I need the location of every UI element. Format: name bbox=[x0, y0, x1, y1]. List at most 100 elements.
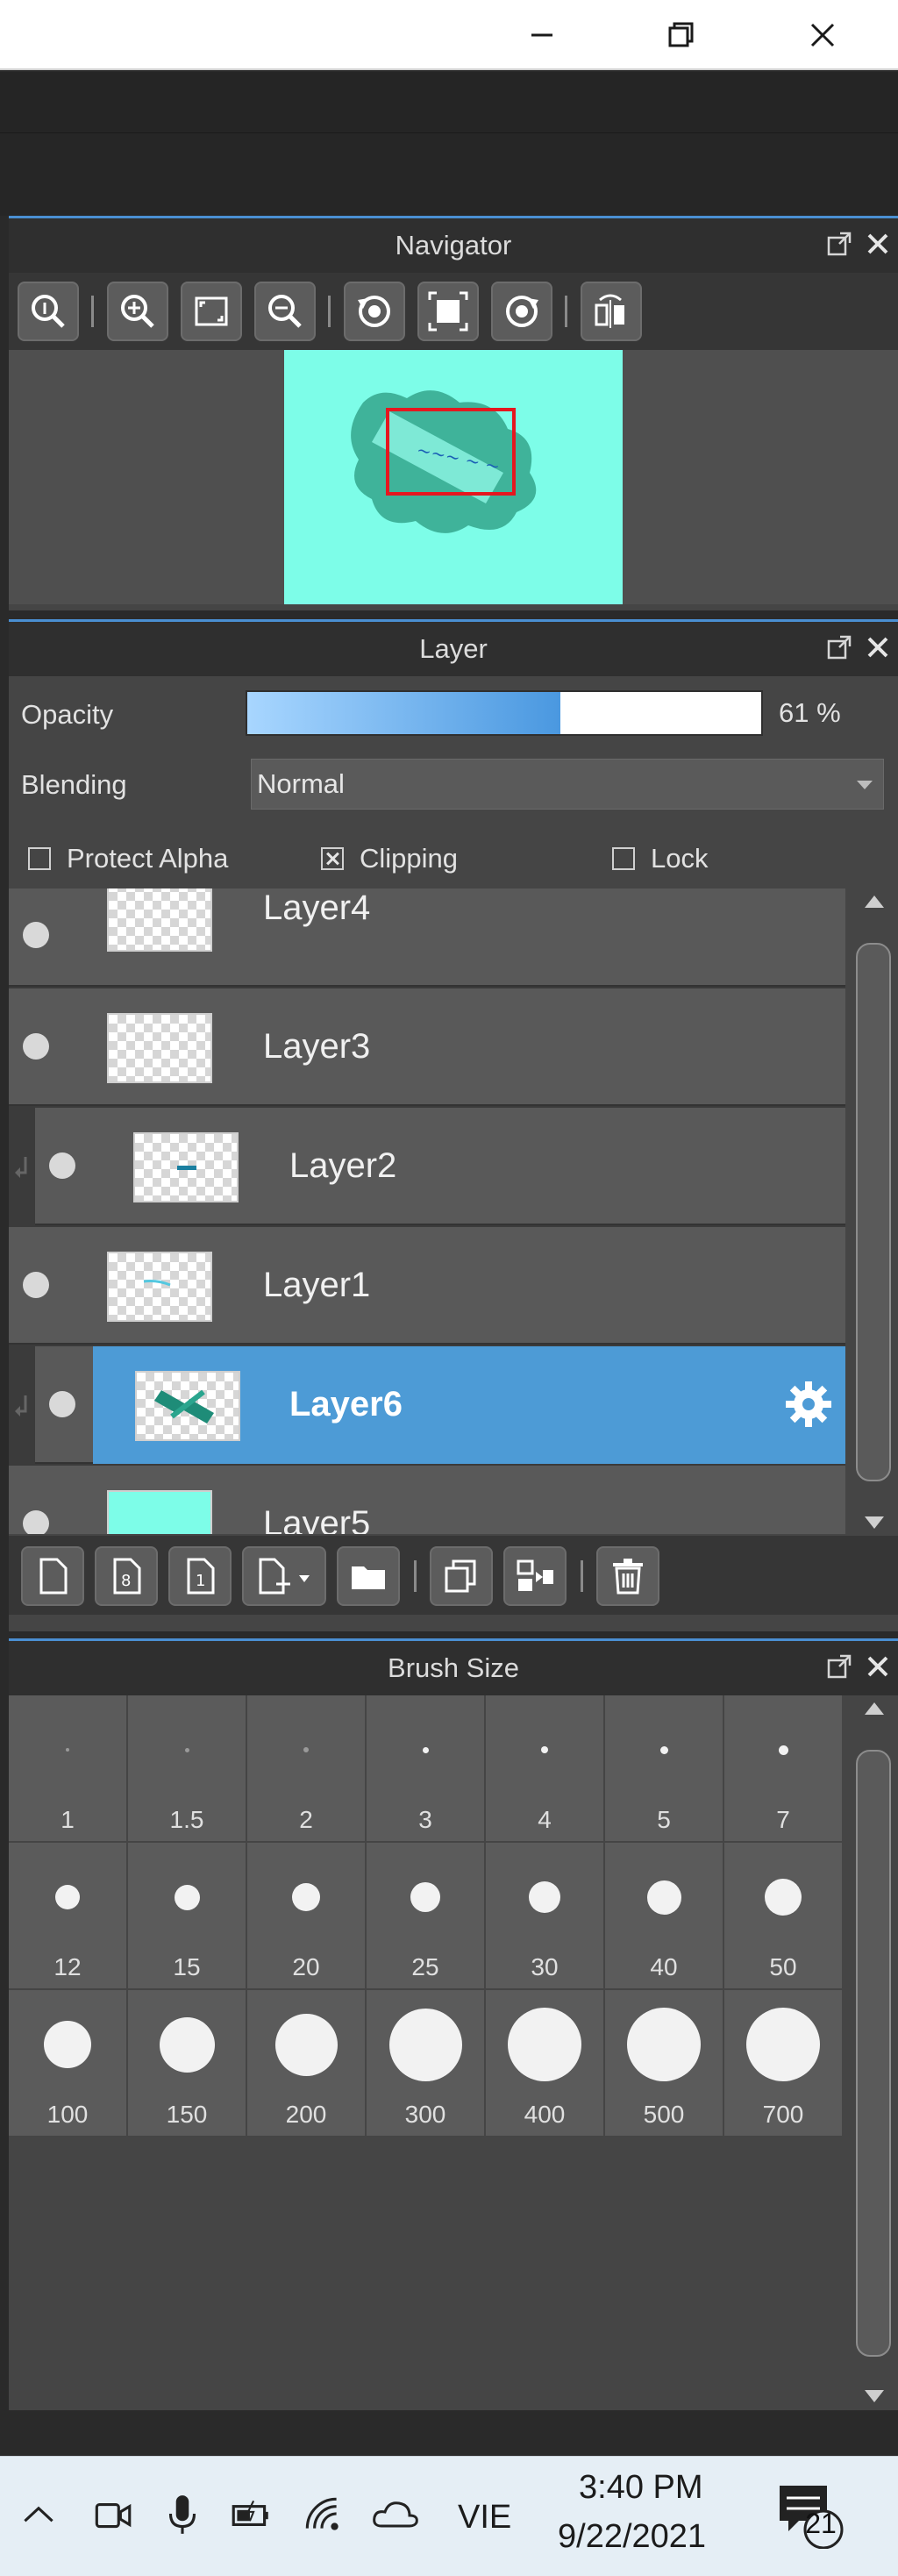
restore-button[interactable] bbox=[644, 0, 717, 70]
windows-taskbar: VIE 3:40 PM 9/22/2021 21 bbox=[0, 2456, 898, 2576]
merge-down-button[interactable] bbox=[503, 1546, 567, 1606]
brush-size-cell[interactable]: 5 bbox=[605, 1695, 723, 1841]
layer-row-layer6[interactable]: Layer6 bbox=[35, 1346, 845, 1464]
blending-label: Blending bbox=[21, 769, 127, 800]
minimize-button[interactable] bbox=[505, 0, 579, 70]
add-layer-menu-button[interactable] bbox=[242, 1546, 326, 1606]
brush-size-cell[interactable]: 40 bbox=[605, 1843, 723, 1988]
zoom-in-button[interactable] bbox=[107, 282, 168, 341]
duplicate-layer-button[interactable] bbox=[430, 1546, 493, 1606]
undock-icon[interactable] bbox=[826, 634, 852, 660]
notifications-button[interactable]: 21 bbox=[768, 2474, 856, 2553]
opacity-slider[interactable] bbox=[246, 690, 763, 736]
brush-size-label: 3 bbox=[418, 1806, 432, 1833]
lock-checkbox[interactable]: Lock bbox=[612, 843, 708, 874]
new-layer-button[interactable] bbox=[21, 1546, 84, 1606]
brush-size-label: 200 bbox=[285, 2101, 327, 2128]
brush-size-cell[interactable]: 700 bbox=[724, 1990, 842, 2136]
brush-size-cell[interactable]: 2 bbox=[247, 1695, 365, 1841]
brush-size-cell[interactable]: 50 bbox=[724, 1843, 842, 1988]
flip-button[interactable] bbox=[581, 282, 642, 341]
language-indicator[interactable]: VIE bbox=[458, 2499, 511, 2537]
visibility-eye-icon[interactable] bbox=[23, 1272, 49, 1298]
brush-size-cell[interactable]: 300 bbox=[367, 1990, 484, 2136]
visibility-eye-icon[interactable] bbox=[49, 1391, 75, 1417]
brush-size-cell[interactable]: 25 bbox=[367, 1843, 484, 1988]
onedrive-button[interactable] bbox=[367, 2488, 424, 2541]
new-folder-icon bbox=[352, 1566, 385, 1589]
scroll-up-icon[interactable] bbox=[865, 1702, 884, 1715]
rotate-left-button[interactable] bbox=[344, 282, 405, 341]
new-8bit-layer-button[interactable]: 8 bbox=[95, 1546, 158, 1606]
zoom-actual-button[interactable] bbox=[18, 282, 79, 341]
brush-size-cell[interactable]: 4 bbox=[486, 1695, 603, 1841]
visibility-eye-icon[interactable] bbox=[49, 1152, 75, 1179]
wifi-button[interactable] bbox=[296, 2488, 349, 2541]
rotate-right-button[interactable] bbox=[491, 282, 552, 341]
brush-size-cell[interactable]: 500 bbox=[605, 1990, 723, 2136]
layer-row-layer4[interactable]: Layer4 bbox=[9, 888, 845, 987]
brush-size-cell[interactable]: 20 bbox=[247, 1843, 365, 1988]
layer-row-layer5[interactable]: Layer5 bbox=[9, 1466, 845, 1534]
close-panel-icon[interactable] bbox=[865, 634, 891, 660]
brush-size-label: 50 bbox=[769, 1953, 797, 1980]
close-panel-icon[interactable] bbox=[865, 231, 891, 257]
blending-select[interactable]: Normal bbox=[251, 759, 884, 810]
brush-size-cell[interactable]: 12 bbox=[9, 1843, 126, 1988]
scrollbar-thumb[interactable] bbox=[856, 1750, 891, 2357]
navigator-header: Navigator bbox=[9, 218, 898, 273]
navigator-preview[interactable]: ~~~ ~ ~ bbox=[9, 350, 898, 604]
clipping-indicator-icon bbox=[9, 1346, 35, 1464]
brush-size-scrollbar[interactable] bbox=[849, 1695, 898, 2408]
brush-size-cell[interactable]: 15 bbox=[128, 1843, 246, 1988]
meet-now-button[interactable] bbox=[86, 2488, 139, 2541]
clipping-checkbox[interactable]: Clipping bbox=[321, 843, 458, 874]
layer-list-scrollbar[interactable] bbox=[849, 888, 898, 1534]
scroll-up-icon[interactable] bbox=[865, 896, 884, 908]
new-8bit-layer-icon: 8 bbox=[113, 1558, 141, 1595]
layer-row-layer1[interactable]: Layer1 bbox=[9, 1227, 845, 1345]
zoom-out-button[interactable] bbox=[254, 282, 316, 341]
layer-row-layer2[interactable]: Layer2 bbox=[35, 1108, 845, 1225]
layer-settings-gear-icon[interactable] bbox=[782, 1378, 835, 1431]
delete-layer-button[interactable] bbox=[596, 1546, 659, 1606]
close-button[interactable] bbox=[786, 0, 859, 70]
visibility-eye-icon[interactable] bbox=[23, 1510, 49, 1534]
brush-size-cell[interactable]: 1.5 bbox=[128, 1695, 246, 1841]
layer-row-layer3[interactable]: Layer3 bbox=[9, 988, 845, 1106]
checkbox-icon bbox=[28, 847, 51, 870]
brush-size-cell[interactable]: 100 bbox=[9, 1990, 126, 2136]
clock-date[interactable]: 9/22/2021 bbox=[558, 2518, 706, 2556]
brush-size-cell[interactable]: 30 bbox=[486, 1843, 603, 1988]
close-panel-icon[interactable] bbox=[865, 1653, 891, 1680]
protect-alpha-checkbox[interactable]: Protect Alpha bbox=[28, 843, 228, 874]
brush-size-cell[interactable]: 400 bbox=[486, 1990, 603, 2136]
fit-button[interactable] bbox=[181, 282, 242, 341]
flip-icon bbox=[595, 294, 624, 328]
visibility-eye-icon[interactable] bbox=[23, 1033, 49, 1060]
brush-size-preview-dot bbox=[55, 1885, 80, 1909]
battery-button[interactable] bbox=[224, 2488, 277, 2541]
brush-size-cell[interactable]: 150 bbox=[128, 1990, 246, 2136]
clock-time[interactable]: 3:40 PM bbox=[579, 2469, 703, 2507]
new-folder-button[interactable] bbox=[337, 1546, 400, 1606]
scroll-down-icon[interactable] bbox=[865, 2390, 884, 2402]
brush-size-cell[interactable]: 200 bbox=[247, 1990, 365, 2136]
new-1bit-layer-button[interactable]: 1 bbox=[168, 1546, 232, 1606]
scroll-down-icon[interactable] bbox=[865, 1516, 884, 1529]
visibility-eye-icon[interactable] bbox=[23, 922, 49, 948]
brush-size-cell[interactable]: 1 bbox=[9, 1695, 126, 1841]
microphone-button[interactable] bbox=[156, 2488, 209, 2541]
brush-size-preview-dot bbox=[646, 1880, 681, 1915]
brush-size-cell[interactable]: 3 bbox=[367, 1695, 484, 1841]
brush-size-preview-dot bbox=[627, 2008, 701, 2081]
navigator-panel: Navigator ~~~ ~ ~ bbox=[9, 216, 898, 610]
scrollbar-thumb[interactable] bbox=[856, 943, 891, 1481]
show-hidden-icons-button[interactable] bbox=[12, 2488, 65, 2541]
canvas-artwork-image: ~~~ ~ ~ bbox=[351, 390, 537, 533]
undock-icon[interactable] bbox=[826, 1653, 852, 1680]
fit-to-window-button[interactable] bbox=[417, 282, 479, 341]
brush-size-cell[interactable]: 7 bbox=[724, 1695, 842, 1841]
undock-icon[interactable] bbox=[826, 231, 852, 257]
notification-count: 21 bbox=[805, 2508, 837, 2539]
